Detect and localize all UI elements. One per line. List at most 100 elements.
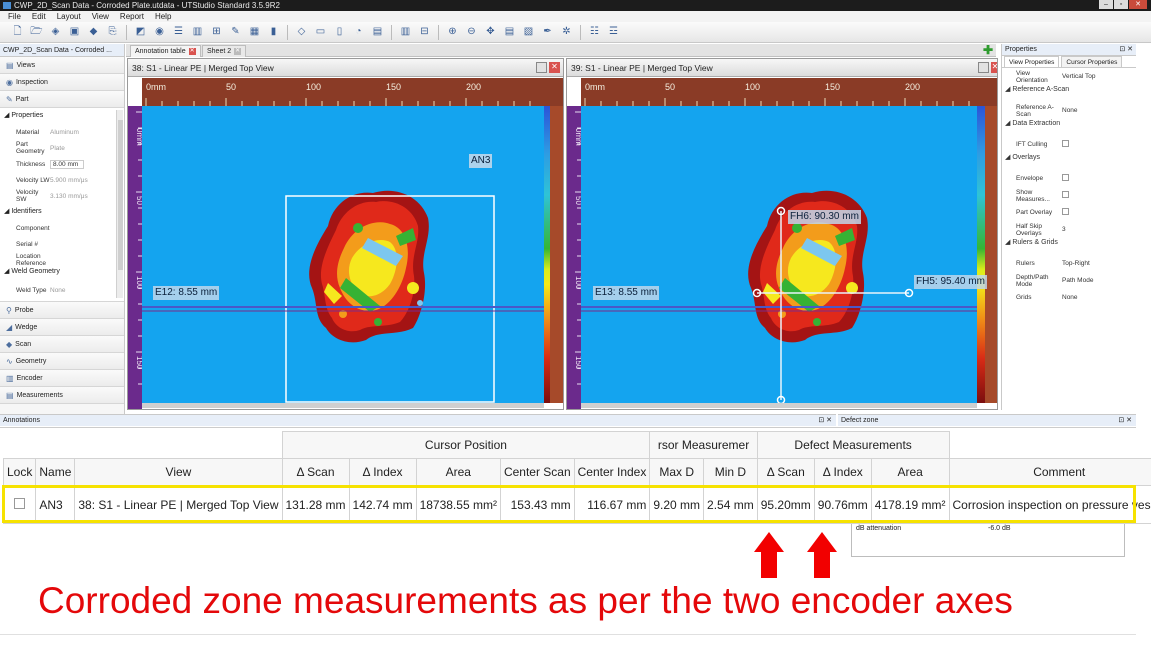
prop-row[interactable]: Reference A-Scan None — [1002, 102, 1136, 119]
new-icon[interactable]: 🗋 — [10, 25, 25, 39]
report-edit-icon[interactable]: ▧ — [521, 25, 536, 39]
prop-weld-type[interactable]: Weld Type None — [0, 282, 124, 298]
settings-tool-icon[interactable]: ✲ — [559, 25, 574, 39]
prop-row[interactable]: Show Measures... — [1002, 187, 1136, 204]
col-name[interactable]: Name — [35, 458, 76, 486]
prop-velocity-sw[interactable]: Velocity SW 3.130 mm/μs — [0, 188, 124, 204]
section-scan[interactable]: ◆ Scan — [0, 336, 124, 353]
align-icon[interactable]: ☷ — [587, 25, 602, 39]
section-views[interactable]: ▤ Views — [0, 57, 124, 74]
layout-grid-icon[interactable]: ⊞ — [209, 25, 224, 39]
minimize-button[interactable]: – — [1099, 0, 1113, 9]
layout-horizontal-icon[interactable]: ☰ — [171, 25, 186, 39]
panel-pin-close-icon[interactable]: ⊡ ✕ — [818, 415, 832, 426]
prop-row[interactable]: Envelope — [1002, 170, 1136, 187]
gate-icon[interactable]: ⊟ — [417, 25, 432, 39]
prop-group[interactable]: ◢ Reference A-Scan — [1002, 85, 1136, 102]
prop-checkbox[interactable] — [1062, 174, 1069, 181]
scrollbar-thumb[interactable] — [118, 120, 123, 270]
prop-value[interactable]: 8.00 mm — [50, 159, 84, 169]
layout-vertical-icon[interactable]: ▥ — [190, 25, 205, 39]
open-icon[interactable]: 🗁 — [29, 25, 44, 39]
col-min-d[interactable]: Min D — [703, 458, 758, 486]
export-icon[interactable]: ⎘ — [105, 25, 120, 39]
bookmark-icon[interactable]: ▮ — [266, 25, 281, 39]
ascan-icon[interactable]: ▭ — [313, 25, 328, 39]
col-area[interactable]: Area — [415, 458, 501, 486]
col-delta-scan[interactable]: Δ Scan — [281, 458, 350, 486]
horizontal-scrollbar[interactable] — [142, 403, 544, 408]
menu-help[interactable]: Help — [155, 11, 171, 22]
section-probe[interactable]: ⚲ Probe — [0, 302, 124, 319]
lock-checkbox[interactable] — [14, 497, 26, 509]
section-inspection[interactable]: ◉ Inspection — [0, 74, 124, 91]
prop-checkbox[interactable] — [1062, 208, 1069, 215]
prop-checkbox[interactable] — [1062, 140, 1069, 147]
col-defect-area[interactable]: Area — [870, 458, 950, 486]
cscan-canvas[interactable]: 0mm 50 100 150 200 0mm 50 100 150 — [567, 78, 998, 409]
panel-tab-scan-data[interactable]: CWP_2D_Scan Data - Corroded ... — [0, 44, 124, 57]
horizontal-scrollbar[interactable] — [581, 403, 977, 408]
ruler-icon[interactable]: ▥ — [398, 25, 413, 39]
prop-row[interactable]: Rulers Top-Right — [1002, 255, 1136, 272]
table-row[interactable]: AN3 38: S1 - Linear PE | Merged Top View… — [2, 485, 1151, 524]
close-view-button[interactable]: ✕ — [549, 62, 560, 73]
prop-location-reference[interactable]: Location Reference — [0, 252, 124, 268]
col-defect-delta-index[interactable]: Δ Index — [813, 458, 872, 486]
menu-edit[interactable]: Edit — [32, 11, 46, 22]
palette-icon[interactable]: ◉ — [152, 25, 167, 39]
close-button[interactable]: ✕ — [1129, 0, 1147, 9]
menu-view[interactable]: View — [92, 11, 109, 22]
cscan-icon[interactable]: ▤ — [370, 25, 385, 39]
bscan-icon[interactable]: ▯ — [332, 25, 347, 39]
prop-row[interactable]: Part Overlay — [1002, 204, 1136, 221]
section-part[interactable]: ✎ Part — [0, 91, 124, 108]
maximize-button[interactable]: ▫ — [1114, 0, 1128, 9]
pan-icon[interactable]: ✥ — [483, 25, 498, 39]
tab-sheet-2[interactable]: Sheet 2 ✕ — [202, 45, 247, 57]
sscan-icon[interactable]: ◔ — [351, 25, 366, 39]
report-icon[interactable]: ▤ — [502, 25, 517, 39]
prop-material[interactable]: Material Aluminum — [0, 124, 124, 140]
prop-group[interactable]: ◢ Data Extraction — [1002, 119, 1136, 136]
prop-group[interactable]: ◢ Rulers & Grids — [1002, 238, 1136, 255]
col-view[interactable]: View — [74, 458, 283, 486]
cscan-canvas[interactable]: 0mm 50 100 150 200 0mm 50 100 150 — [128, 78, 564, 409]
properties-scrollbar[interactable] — [116, 110, 123, 298]
section-encoder[interactable]: ▥ Encoder — [0, 370, 124, 387]
eraser-icon[interactable]: ◇ — [294, 25, 309, 39]
prop-row[interactable]: Depth/Path Mode Path Mode — [1002, 272, 1136, 289]
tab-cursor-properties[interactable]: Cursor Properties — [1061, 56, 1123, 67]
prop-thickness[interactable]: Thickness 8.00 mm — [0, 156, 124, 172]
tab-annotation-table[interactable]: Annotation table ✕ — [130, 45, 201, 57]
add-view-icon[interactable]: ✚ — [983, 44, 993, 56]
prop-row[interactable]: Half Skip Overlays 3 — [1002, 221, 1136, 238]
col-defect-delta-scan[interactable]: Δ Scan — [756, 458, 815, 486]
cell-lock[interactable] — [2, 485, 37, 524]
prop-serial[interactable]: Serial # — [0, 236, 124, 252]
identifiers-group[interactable]: ◢ Identifiers — [0, 204, 124, 220]
zoom-in-icon[interactable]: ⊕ — [445, 25, 460, 39]
pen-icon[interactable]: ✎ — [228, 25, 243, 39]
close-tab-icon[interactable]: ✕ — [234, 47, 242, 55]
prop-row[interactable]: Grids None — [1002, 289, 1136, 306]
cell-comment[interactable]: Corrosion inspection on pressure vessel — [948, 485, 1151, 524]
maximize-view-button[interactable] — [978, 62, 989, 73]
col-center-scan[interactable]: Center Scan — [499, 458, 575, 486]
menu-report[interactable]: Report — [120, 11, 144, 22]
col-comment[interactable]: Comment — [948, 458, 1151, 486]
save-icon[interactable]: ▣ — [67, 25, 82, 39]
zoom-out-icon[interactable]: ⊖ — [464, 25, 479, 39]
panel-pin-close-icon[interactable]: ⊡ ✕ — [1119, 44, 1133, 56]
section-measurements[interactable]: ▤ Measurements — [0, 387, 124, 404]
maximize-view-button[interactable] — [536, 62, 547, 73]
tab-view-properties[interactable]: View Properties — [1004, 56, 1060, 67]
cursor-tool-icon[interactable]: ◩ — [133, 25, 148, 39]
close-tab-icon[interactable]: ✕ — [188, 47, 196, 55]
section-wedge[interactable]: ◢ Wedge — [0, 319, 124, 336]
prop-row[interactable]: View Orientation Vertical Top — [1002, 68, 1136, 85]
col-lock[interactable]: Lock — [2, 458, 37, 486]
section-geometry[interactable]: ∿ Geometry — [0, 353, 124, 370]
cube-icon[interactable]: ◆ — [86, 25, 101, 39]
split-icon[interactable]: ☲ — [606, 25, 621, 39]
